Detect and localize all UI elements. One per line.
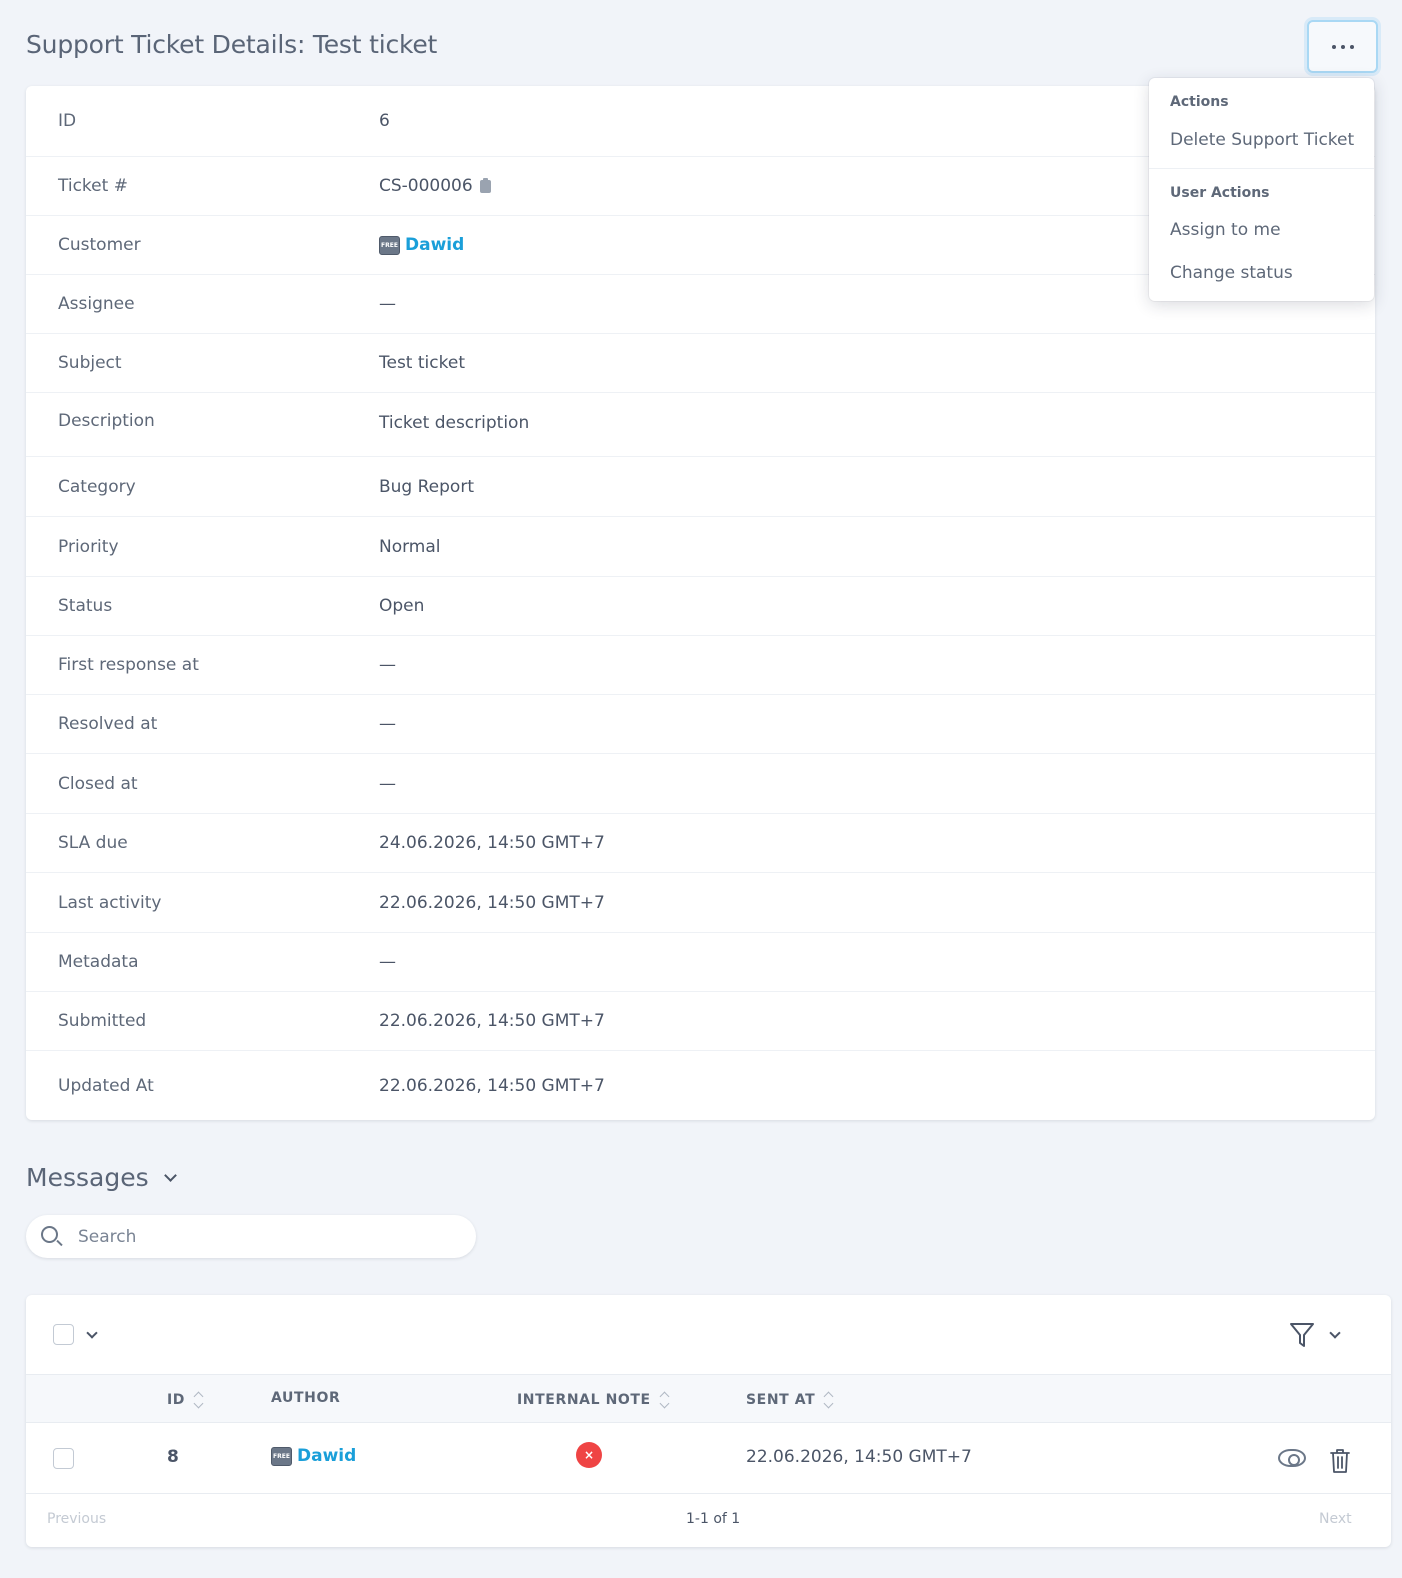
sort-icon[interactable] (193, 1390, 203, 1410)
detail-value: Bug Report (379, 476, 474, 497)
delete-trash-icon[interactable] (1329, 1448, 1351, 1474)
detail-label: Closed at (58, 773, 138, 794)
filter-chevron-icon[interactable] (1329, 1327, 1341, 1339)
detail-row-closed-at: Closed at — (26, 754, 1375, 814)
detail-value: — (379, 773, 396, 794)
author-link[interactable]: Dawid (297, 1446, 356, 1466)
pagination-summary: 1-1 of 1 (686, 1511, 741, 1527)
column-header-id[interactable]: ID (167, 1390, 203, 1410)
chevron-down-icon (163, 1169, 177, 1182)
detail-row-sla-due: SLA due 24.06.2026, 14:50 GMT+7 (26, 814, 1375, 873)
detail-value: 22.06.2026, 14:50 GMT+7 (379, 1011, 605, 1031)
detail-label: Assignee (58, 294, 135, 314)
messages-table-card: ID AUTHOR INTERNAL NOTE SENT AT 8 FREE D… (26, 1295, 1391, 1547)
row-id-link[interactable]: 8 (167, 1447, 179, 1467)
detail-value: Open (379, 596, 425, 616)
detail-label: Description (58, 411, 155, 431)
detail-label: Status (58, 596, 113, 616)
detail-label: ID (58, 111, 77, 131)
detail-value: Ticket description (379, 413, 530, 433)
messages-title: Messages (26, 1163, 149, 1192)
menu-divider (1149, 168, 1374, 169)
actions-heading: Actions (1170, 94, 1229, 110)
detail-label: Subject (58, 353, 122, 373)
bulk-actions-chevron-icon[interactable] (86, 1327, 98, 1339)
detail-label: Category (58, 476, 136, 497)
detail-row-resolved-at: Resolved at — (26, 695, 1375, 754)
detail-row-submitted: Submitted 22.06.2026, 14:50 GMT+7 (26, 992, 1375, 1051)
assign-to-me-item[interactable]: Assign to me (1170, 220, 1281, 240)
search-box (26, 1215, 476, 1258)
free-badge-icon: FREE (271, 1446, 292, 1466)
column-header-sent-at[interactable]: SENT AT (746, 1390, 833, 1410)
pagination-previous-button[interactable]: Previous (47, 1511, 106, 1527)
table-header: ID AUTHOR INTERNAL NOTE SENT AT (26, 1375, 1391, 1423)
detail-value: — (379, 714, 396, 734)
detail-label: Updated At (58, 1075, 154, 1096)
detail-value: 24.06.2026, 14:50 GMT+7 (379, 833, 605, 853)
page-title: Support Ticket Details: Test ticket (26, 30, 438, 59)
actions-dropdown-menu: Actions Delete Support Ticket User Actio… (1149, 78, 1374, 301)
row-sent-at: 22.06.2026, 14:50 GMT+7 (746, 1447, 972, 1467)
filter-icon[interactable] (1288, 1321, 1316, 1349)
dot-icon (1331, 44, 1336, 49)
row-checkbox[interactable] (53, 1448, 74, 1469)
customer-link[interactable]: Dawid (405, 235, 464, 255)
column-author-label: AUTHOR (271, 1390, 341, 1406)
detail-label: Submitted (58, 1011, 147, 1031)
detail-row-category: Category Bug Report (26, 457, 1375, 517)
detail-value: 6 (379, 111, 390, 131)
messages-section-toggle[interactable]: Messages (26, 1163, 177, 1192)
pagination-next-button[interactable]: Next (1319, 1511, 1352, 1527)
column-id-label: ID (167, 1392, 186, 1408)
view-eye-icon[interactable] (1278, 1449, 1306, 1467)
detail-value: Normal (379, 536, 441, 557)
column-sent-at-label: SENT AT (746, 1392, 816, 1408)
delete-support-ticket-item[interactable]: Delete Support Ticket (1170, 130, 1354, 150)
detail-value: 22.06.2026, 14:50 GMT+7 (379, 892, 605, 913)
internal-note-false-icon: × (576, 1442, 602, 1468)
row-author: FREE Dawid (271, 1446, 356, 1466)
search-input[interactable] (78, 1215, 458, 1258)
detail-value: CS-000006 (379, 176, 491, 196)
column-header-author: AUTHOR (271, 1390, 340, 1406)
detail-label: Resolved at (58, 714, 158, 734)
detail-value: FREE Dawid (379, 235, 464, 255)
detail-value: 22.06.2026, 14:50 GMT+7 (379, 1075, 605, 1096)
dot-icon (1349, 44, 1354, 49)
detail-label: Ticket # (58, 176, 128, 196)
detail-row-description: Description Ticket description (26, 393, 1375, 457)
detail-row-last-activity: Last activity 22.06.2026, 14:50 GMT+7 (26, 873, 1375, 933)
change-status-item[interactable]: Change status (1170, 263, 1293, 283)
detail-label: SLA due (58, 833, 128, 853)
user-actions-heading: User Actions (1170, 185, 1270, 201)
detail-row-metadata: Metadata — (26, 933, 1375, 992)
table-row: 8 FREE Dawid × 22.06.2026, 14:50 GMT+7 (26, 1424, 1391, 1494)
detail-row-priority: Priority Normal (26, 517, 1375, 577)
detail-row-first-response: First response at — (26, 636, 1375, 695)
free-badge-icon: FREE (379, 235, 400, 255)
detail-value: — (379, 952, 396, 972)
detail-label: Priority (58, 536, 119, 557)
detail-label: First response at (58, 655, 199, 675)
copy-clipboard-icon[interactable] (479, 177, 491, 193)
detail-value: Test ticket (379, 353, 465, 373)
sort-icon[interactable] (659, 1390, 669, 1410)
sort-icon[interactable] (823, 1390, 833, 1410)
detail-value: — (379, 294, 396, 314)
detail-row-updated-at: Updated At 22.06.2026, 14:50 GMT+7 (26, 1051, 1375, 1120)
detail-label: Customer (58, 235, 141, 255)
more-actions-button[interactable] (1307, 20, 1378, 73)
dot-icon (1340, 44, 1345, 49)
column-internal-note-label: INTERNAL NOTE (517, 1392, 651, 1408)
column-header-internal-note[interactable]: INTERNAL NOTE (517, 1390, 669, 1410)
detail-row-subject: Subject Test ticket (26, 334, 1375, 393)
select-all-checkbox[interactable] (53, 1324, 74, 1345)
search-icon (41, 1226, 58, 1243)
detail-label: Metadata (58, 952, 139, 972)
detail-value: — (379, 655, 396, 675)
detail-label: Last activity (58, 892, 162, 913)
ticket-number: CS-000006 (379, 176, 473, 196)
detail-row-status: Status Open (26, 577, 1375, 636)
